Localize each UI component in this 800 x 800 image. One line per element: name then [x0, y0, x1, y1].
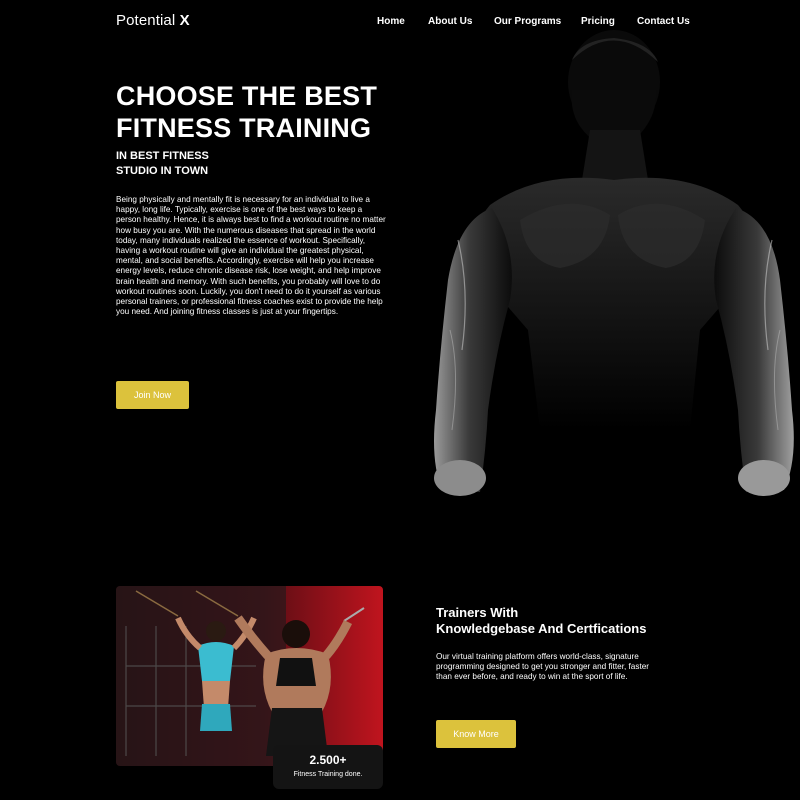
stat-label: Fitness Training done. — [293, 771, 363, 778]
trainers-title: Trainers With Knowledgebase And Certfica… — [436, 605, 736, 637]
trainers-title-line-1: Trainers With — [436, 605, 519, 620]
nav-item-pricing[interactable]: Pricing — [581, 16, 615, 27]
gym-image — [116, 586, 383, 766]
stat-card: 2.500+ Fitness Training done. — [273, 745, 383, 789]
hero-description: Being physically and mentally fit is nec… — [116, 195, 386, 317]
hero-title-line-1: CHOOSE THE BEST — [116, 81, 378, 111]
nav-item-about-us[interactable]: About Us — [428, 16, 472, 27]
join-now-button[interactable]: Join Now — [116, 381, 189, 409]
hero-subtitle: IN BEST FITNESS STUDIO IN TOWN — [116, 149, 356, 179]
athlete-hero-image — [434, 30, 794, 496]
training-photo — [116, 586, 383, 766]
hero-subtitle-line-2: STUDIO IN TOWN — [116, 165, 209, 177]
trainers-description: Our virtual training platform offers wor… — [436, 652, 649, 682]
know-more-button[interactable]: Know More — [436, 720, 516, 748]
main-nav: Home About Us Our Programs Pricing Conta… — [0, 16, 800, 30]
hero-subtitle-line-1: IN BEST FITNESS — [116, 150, 209, 162]
hero-title-line-2: FITNESS TRAINING — [116, 113, 372, 143]
nav-item-contact-us[interactable]: Contact Us — [637, 16, 690, 27]
nav-item-home[interactable]: Home — [377, 16, 405, 27]
hero-title: CHOOSE THE BEST FITNESS TRAINING — [116, 80, 446, 144]
trainers-title-line-2: Knowledgebase And Certfications — [436, 621, 647, 636]
nav-item-our-programs[interactable]: Our Programs — [494, 16, 561, 27]
stat-value: 2.500+ — [309, 753, 347, 767]
